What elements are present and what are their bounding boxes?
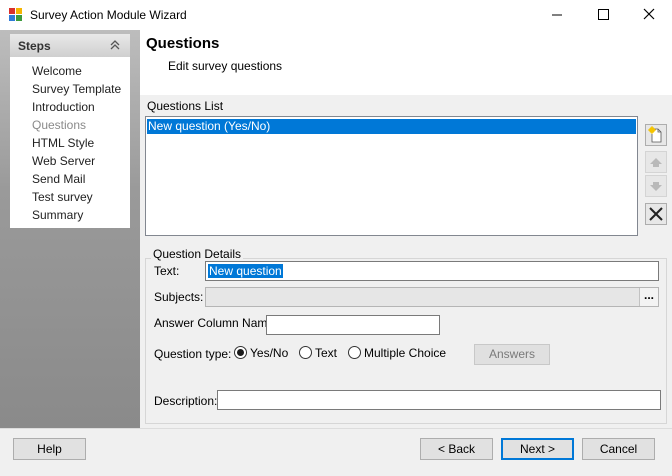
radio-text[interactable]	[299, 346, 312, 359]
close-icon	[643, 8, 655, 20]
arrow-down-icon	[645, 175, 667, 197]
steps-panel: Steps Welcome Survey Template Introducti…	[10, 34, 130, 228]
step-html-style[interactable]: HTML Style	[32, 136, 94, 150]
step-web-server[interactable]: Web Server	[32, 154, 95, 168]
new-question-button[interactable]	[645, 124, 667, 146]
radio-text-label[interactable]: Text	[315, 346, 337, 360]
page-subtitle: Edit survey questions	[168, 59, 283, 73]
move-down-button[interactable]	[645, 175, 667, 197]
steps-header[interactable]: Steps	[10, 34, 130, 57]
questions-list[interactable]: New question (Yes/No)	[145, 116, 638, 236]
subjects-browse-button[interactable]: ...	[639, 288, 658, 306]
step-introduction[interactable]: Introduction	[32, 100, 95, 114]
next-button[interactable]: Next >	[501, 438, 574, 460]
subjects-input[interactable]	[205, 287, 659, 307]
subjects-label: Subjects:	[154, 290, 204, 304]
answer-column-label: Answer Column Name:	[154, 316, 278, 330]
new-document-icon	[645, 124, 667, 146]
cancel-button[interactable]: Cancel	[582, 438, 655, 460]
minimize-button[interactable]	[534, 0, 580, 30]
delete-question-button[interactable]	[645, 203, 667, 225]
help-button[interactable]: Help	[13, 438, 86, 460]
move-up-button[interactable]	[645, 151, 667, 173]
delete-icon	[645, 203, 667, 225]
question-details-label: Question Details	[151, 247, 244, 261]
radio-multiple-choice-label[interactable]: Multiple Choice	[364, 346, 446, 360]
title-bar: Survey Action Module Wizard	[0, 0, 672, 30]
back-button[interactable]: < Back	[420, 438, 493, 460]
window-title: Survey Action Module Wizard	[30, 8, 187, 22]
text-label: Text:	[154, 264, 180, 278]
step-test-survey[interactable]: Test survey	[32, 190, 93, 204]
radio-yes-no-label[interactable]: Yes/No	[250, 346, 288, 360]
step-questions[interactable]: Questions	[32, 118, 86, 132]
list-item[interactable]: New question (Yes/No)	[147, 119, 636, 134]
step-summary[interactable]: Summary	[32, 208, 83, 222]
app-icon	[9, 8, 22, 21]
step-send-mail[interactable]: Send Mail	[32, 172, 85, 186]
answers-button[interactable]: Answers	[474, 344, 550, 365]
question-type-label: Question type:	[154, 347, 232, 361]
description-label: Description:	[154, 394, 218, 408]
radio-yes-no[interactable]	[234, 346, 247, 359]
arrow-up-icon	[645, 151, 667, 173]
footer-bar: Help < Back Next > Cancel	[0, 428, 672, 476]
page-title: Questions	[146, 35, 220, 52]
maximize-icon	[598, 9, 609, 20]
radio-multiple-choice[interactable]	[348, 346, 361, 359]
maximize-button[interactable]	[580, 0, 626, 30]
answer-column-input[interactable]	[266, 315, 440, 335]
questions-list-label: Questions List	[147, 99, 224, 113]
step-survey-template[interactable]: Survey Template	[32, 82, 121, 96]
minimize-icon	[552, 14, 562, 16]
description-input[interactable]	[217, 390, 661, 410]
text-input-value[interactable]: New question	[208, 264, 283, 278]
page-header: Questions Edit survey questions	[140, 30, 672, 95]
step-welcome[interactable]: Welcome	[32, 64, 82, 78]
steps-title: Steps	[18, 39, 51, 53]
close-button[interactable]	[626, 0, 672, 30]
collapse-chevron-icon[interactable]	[108, 38, 122, 52]
